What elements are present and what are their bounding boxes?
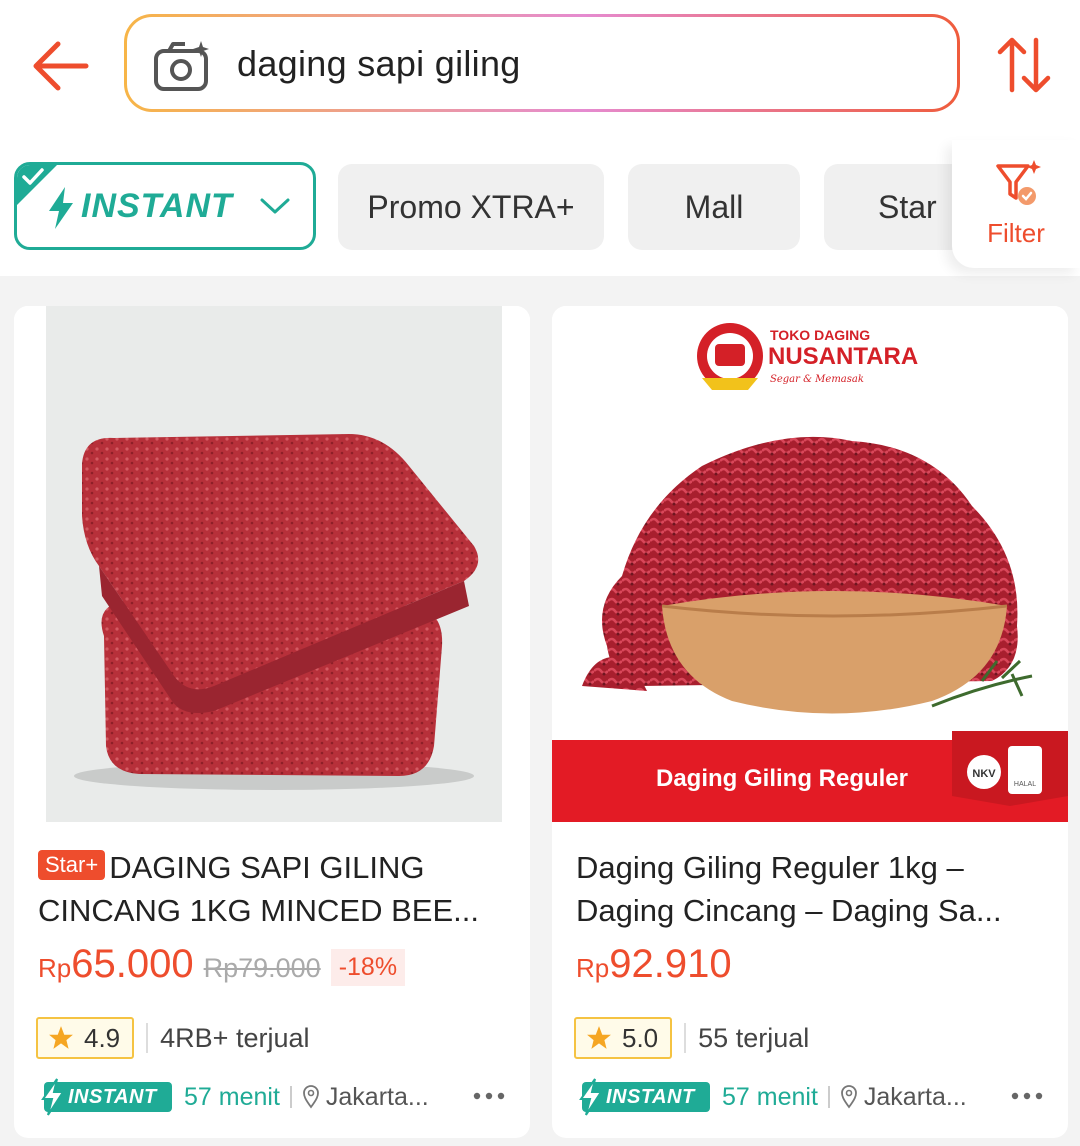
product-title: Daging Giling Reguler 1kg – Daging Cinca… [576, 850, 1002, 928]
delivery-eta: 57 menit [722, 1082, 818, 1111]
instant-filter-chip[interactable]: INSTANT [14, 162, 316, 250]
currency: Rp [38, 953, 72, 983]
sold-count: 4RB+ terjual [160, 1022, 310, 1053]
lightning-icon [41, 1078, 65, 1116]
sort-icon[interactable] [994, 34, 1054, 96]
store-tagline-text: Segar & Memasak [770, 374, 864, 385]
star-plus-badge: Star+ [38, 850, 106, 880]
product-card[interactable]: Star+ DAGING SAPI GILING CINCANG 1KG MINC… [14, 306, 530, 1138]
price-row: Rp 65.000 Rp79.000 -18% [38, 942, 406, 992]
store-name-text: NUSANTARA [768, 343, 918, 370]
divider [684, 1023, 687, 1053]
location-pin-icon [840, 1085, 857, 1109]
product-card[interactable]: TOKO DAGING NUSANTARA Segar & Memasak Da… [552, 306, 1068, 1138]
filter-bar: INSTANT Promo XTRA+ Mall Star Filter [0, 140, 1080, 276]
rating-badge: 5.0 [574, 1017, 673, 1059]
rating-row: 4.9 4RB+ terjual [36, 1016, 310, 1060]
delivery-row: INSTANT 57 menit Jakarta... [579, 1078, 1052, 1116]
rating-value: 4.9 [84, 1022, 121, 1053]
price-row: Rp 92.910 [576, 942, 742, 992]
original-price: Rp79.000 [203, 953, 321, 983]
price: 65.000 [71, 942, 194, 986]
divider [827, 1086, 830, 1108]
sold-count: 55 terjual [698, 1022, 810, 1053]
rating-row: 5.0 55 terjual [574, 1016, 809, 1060]
more-options-icon[interactable] [472, 1086, 506, 1106]
search-bar[interactable]: daging sapi giling [124, 14, 960, 112]
filter-label: Filter [987, 218, 1045, 248]
lightning-icon [579, 1078, 603, 1116]
top-bar: daging sapi giling [0, 0, 1080, 140]
check-icon [22, 168, 44, 185]
filter-icon [996, 160, 1041, 205]
store-small-text: TOKO DAGING [770, 327, 870, 343]
location-pin-icon [302, 1085, 319, 1109]
back-arrow-icon[interactable] [28, 36, 92, 96]
star-icon [587, 1026, 611, 1049]
product-image[interactable]: TOKO DAGING NUSANTARA Segar & Memasak Da… [552, 306, 1068, 822]
mall-chip[interactable]: Mall [628, 164, 800, 250]
delivery-row: INSTANT 57 menit Jakarta... [41, 1078, 514, 1116]
camera-search-icon[interactable] [153, 39, 213, 93]
instant-chip-label: INSTANT [81, 187, 233, 225]
product-image[interactable] [14, 306, 530, 822]
search-input[interactable]: daging sapi giling [237, 43, 521, 85]
rating-value: 5.0 [622, 1022, 659, 1053]
discount-badge: -18% [330, 948, 406, 986]
divider [146, 1023, 149, 1053]
currency: Rp [576, 953, 610, 983]
location-text: Jakarta... [325, 1082, 429, 1111]
location-text: Jakarta... [863, 1082, 967, 1111]
divider [289, 1086, 292, 1108]
banner-text: Daging Giling Reguler [656, 765, 908, 792]
instant-badge: INSTANT [579, 1078, 710, 1116]
rating-badge: 4.9 [36, 1017, 135, 1059]
price: 92.910 [609, 942, 732, 986]
nkv-text: NKV [972, 768, 996, 780]
star-icon [49, 1026, 73, 1049]
product-title: Star+ DAGING SAPI GILING CINCANG 1KG MINC… [38, 850, 479, 928]
filter-button[interactable]: Filter [952, 140, 1080, 268]
promo-xtra-chip[interactable]: Promo XTRA+ [338, 164, 604, 250]
delivery-eta: 57 menit [184, 1082, 280, 1111]
halal-text: HALAL [1014, 781, 1036, 788]
lightning-icon [49, 187, 73, 229]
more-options-icon[interactable] [1010, 1086, 1044, 1106]
instant-badge: INSTANT [41, 1078, 172, 1116]
chevron-down-icon [260, 198, 290, 214]
